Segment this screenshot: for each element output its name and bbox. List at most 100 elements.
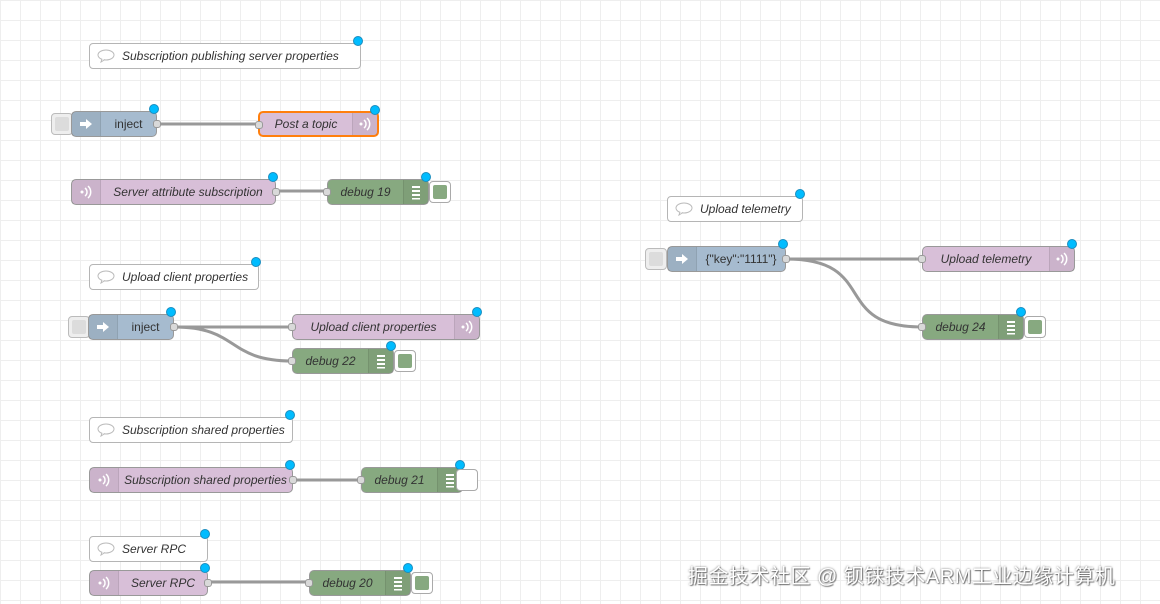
comment-icon [96, 270, 116, 284]
wire-telemetry-inject-to-debug24[interactable] [785, 257, 923, 329]
inject-trigger-button[interactable] [51, 113, 73, 135]
node-label: Upload client properties [310, 320, 437, 334]
watermark: 掘金技术社区 @ 钡铼技术ARM工业边缘计算机 [688, 566, 1116, 588]
changed-indicator [472, 307, 482, 317]
node-label: inject [131, 320, 160, 334]
arrow-right-icon [668, 247, 697, 271]
node-label: Post a topic [274, 117, 338, 131]
comment-icon [96, 542, 116, 556]
output-port[interactable] [289, 476, 297, 484]
node-label: Upload telemetry [940, 252, 1032, 266]
input-port[interactable] [918, 323, 926, 331]
inject-node-2[interactable]: inject [88, 307, 178, 340]
changed-indicator [421, 172, 431, 182]
inject-trigger-button[interactable] [645, 248, 667, 270]
debug-toggle-button-24[interactable] [1024, 316, 1046, 338]
node-label: {"key":"1111"} [705, 252, 777, 266]
input-port[interactable] [357, 476, 365, 484]
changed-indicator [386, 341, 396, 351]
node-label: Server RPC [130, 576, 195, 590]
broadcast-icon [90, 468, 119, 492]
debug-toggle-button-22[interactable] [394, 350, 416, 372]
comment-label: Subscription publishing server propertie… [122, 49, 339, 63]
comment-label: Subscription shared properties [122, 423, 285, 437]
comment-upload-client-properties[interactable]: Upload client properties [89, 257, 261, 290]
debug-toggle-button-20[interactable] [411, 572, 433, 594]
debug-node-19[interactable]: debug 19 [323, 172, 431, 205]
comment-label: Server RPC [122, 542, 187, 556]
inject-trigger-button[interactable] [68, 316, 90, 338]
comment-icon [96, 423, 116, 437]
node-label: debug 19 [340, 185, 391, 199]
node-label: inject [114, 117, 143, 131]
input-port[interactable] [255, 121, 263, 129]
list-icon [385, 571, 410, 595]
mqtt-in-node-server-attribute-subscription[interactable]: Server attribute subscription [71, 172, 280, 205]
broadcast-icon [454, 315, 479, 339]
comment-subscription-publishing-server-properties[interactable]: Subscription publishing server propertie… [89, 36, 363, 69]
comment-icon [674, 202, 694, 216]
changed-indicator [403, 563, 413, 573]
debug-node-24[interactable]: debug 24 [918, 307, 1026, 340]
mqtt-out-node-post-topic[interactable]: Post a topic [255, 105, 380, 137]
comment-label: Upload telemetry [700, 202, 791, 216]
wire-inject-to-debug22[interactable] [173, 325, 293, 363]
node-label: debug 22 [305, 354, 356, 368]
changed-indicator [149, 104, 159, 114]
comment-label: Upload client properties [122, 270, 249, 284]
output-port[interactable] [170, 323, 178, 331]
inject-node-1[interactable]: inject [71, 104, 161, 137]
list-icon [368, 349, 393, 373]
comment-server-rpc[interactable]: Server RPC [89, 529, 210, 562]
comment-subscription-shared-properties[interactable]: Subscription shared properties [89, 410, 295, 443]
broadcast-icon [352, 113, 377, 135]
broadcast-icon [72, 180, 101, 204]
node-label: Server attribute subscription [113, 185, 263, 199]
node-label: Subscription shared properties [124, 473, 287, 487]
changed-indicator [353, 36, 363, 46]
output-port[interactable] [272, 188, 280, 196]
changed-indicator [200, 563, 210, 573]
changed-indicator [200, 529, 210, 539]
changed-indicator [778, 239, 788, 249]
node-label: debug 24 [935, 320, 986, 334]
list-icon [403, 180, 428, 204]
input-port[interactable] [288, 323, 296, 331]
debug-node-20[interactable]: debug 20 [305, 563, 413, 596]
node-label: debug 20 [322, 576, 373, 590]
input-port[interactable] [288, 357, 296, 365]
input-port[interactable] [323, 188, 331, 196]
inject-node-telemetry[interactable]: {"key":"1111"} [667, 239, 790, 272]
input-port[interactable] [305, 579, 313, 587]
debug-node-22[interactable]: debug 22 [288, 341, 396, 374]
arrow-right-icon [72, 112, 101, 136]
changed-indicator [795, 189, 805, 199]
broadcast-icon [1049, 247, 1074, 271]
broadcast-icon [90, 571, 119, 595]
debug-toggle-button-19[interactable] [429, 181, 451, 203]
changed-indicator [285, 410, 295, 420]
mqtt-out-node-upload-telemetry[interactable]: Upload telemetry [918, 239, 1077, 272]
comment-upload-telemetry[interactable]: Upload telemetry [667, 189, 805, 222]
debug-node-21[interactable]: debug 21 [357, 460, 465, 493]
mqtt-in-node-server-rpc[interactable]: Server RPC [89, 563, 212, 596]
input-port[interactable] [918, 255, 926, 263]
debug-toggle-button-21[interactable] [456, 469, 478, 491]
wires-layer [157, 122, 923, 584]
node-label: debug 21 [374, 473, 425, 487]
changed-indicator [166, 307, 176, 317]
changed-indicator [285, 460, 295, 470]
comment-icon [96, 49, 116, 63]
changed-indicator [251, 257, 261, 267]
changed-indicator [1016, 307, 1026, 317]
list-icon [998, 315, 1023, 339]
mqtt-out-node-upload-client-properties[interactable]: Upload client properties [288, 307, 482, 340]
changed-indicator [370, 105, 380, 115]
output-port[interactable] [204, 579, 212, 587]
arrow-right-icon [89, 315, 118, 339]
output-port[interactable] [782, 255, 790, 263]
output-port[interactable] [153, 120, 161, 128]
mqtt-in-node-subscription-shared-properties[interactable]: Subscription shared properties [89, 460, 297, 493]
changed-indicator [268, 172, 278, 182]
changed-indicator [1067, 239, 1077, 249]
